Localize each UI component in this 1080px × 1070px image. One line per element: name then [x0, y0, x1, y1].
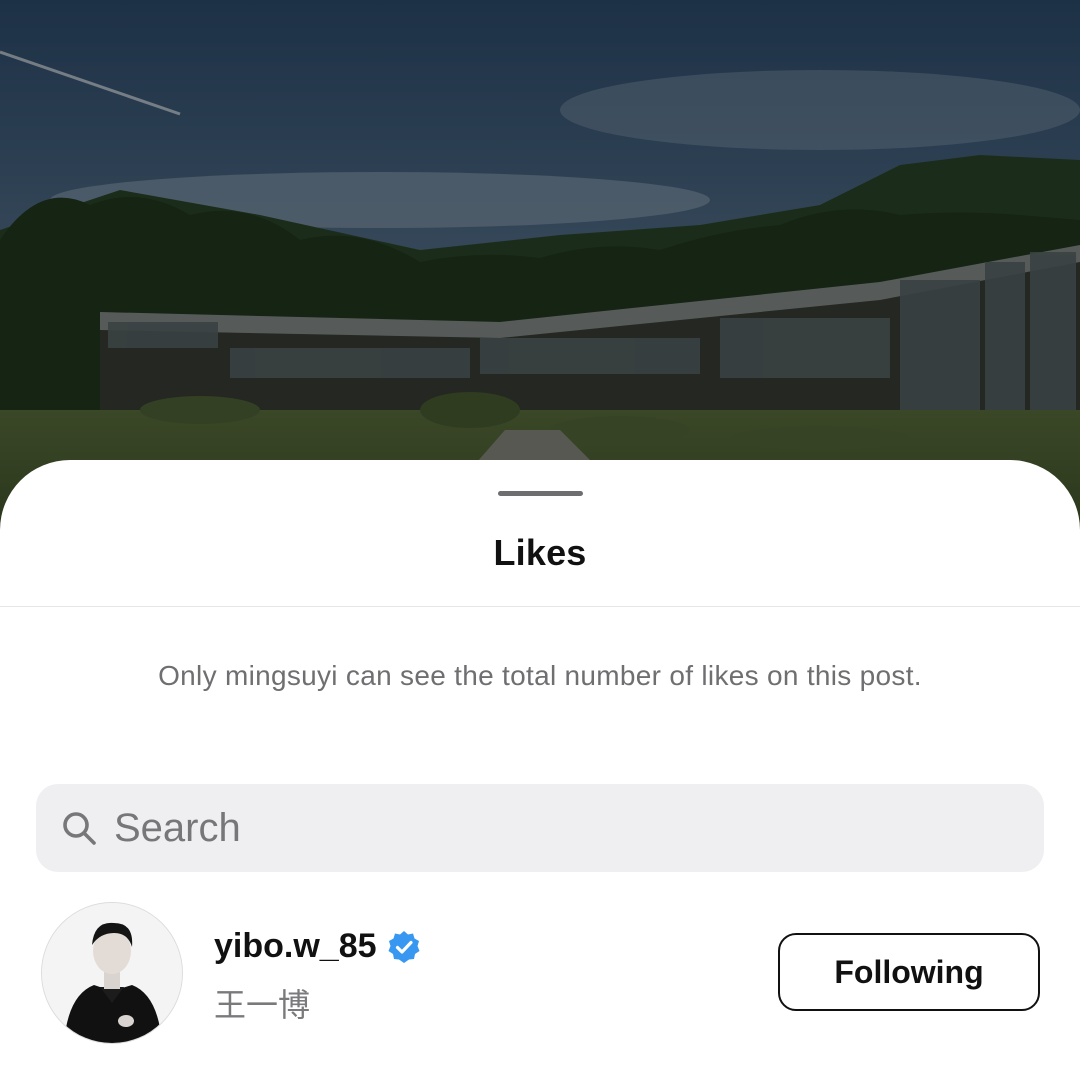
sheet-grabber-handle[interactable] — [498, 491, 583, 496]
search-input[interactable] — [114, 805, 994, 851]
liker-row[interactable]: yibo.w_85 王一博 Following — [0, 900, 1080, 1050]
likes-privacy-notice: Only mingsuyi can see the total number o… — [158, 660, 922, 691]
following-button[interactable]: Following — [778, 933, 1040, 1011]
username[interactable]: yibo.w_85 — [214, 927, 377, 966]
avatar[interactable] — [41, 902, 183, 1044]
header-divider — [0, 606, 1080, 607]
sheet-title: Likes — [493, 532, 587, 573]
verified-badge-icon — [387, 930, 421, 964]
username-line: yibo.w_85 — [214, 927, 421, 966]
full-name: 王一博 — [214, 986, 311, 1024]
search-icon — [60, 809, 98, 847]
likes-sheet: Likes Only mingsuyi can see the total nu… — [0, 460, 1080, 1070]
search-bar[interactable] — [36, 784, 1044, 872]
screen: Likes Only mingsuyi can see the total nu… — [0, 0, 1080, 1070]
